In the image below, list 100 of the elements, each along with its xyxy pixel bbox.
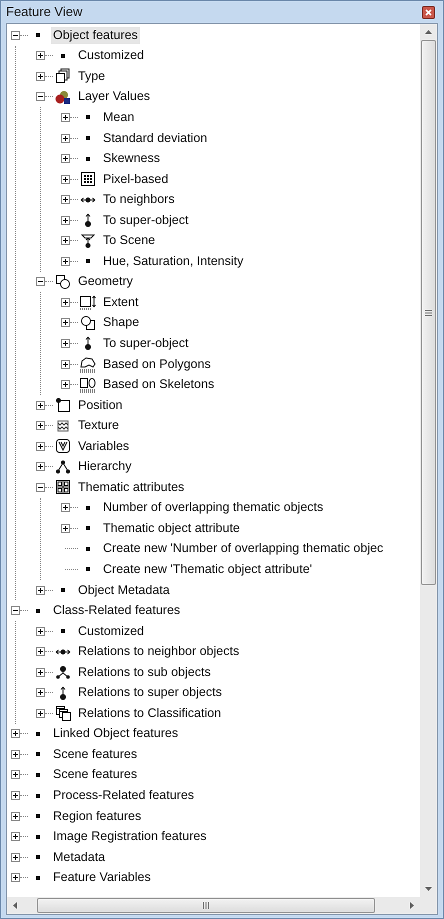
- tree-item[interactable]: Based on Skeletons: [101, 376, 216, 394]
- expand-button[interactable]: [61, 174, 70, 184]
- expand-button[interactable]: [61, 298, 70, 307]
- polygon-outline-icon: [78, 356, 96, 373]
- expand-button[interactable]: [61, 216, 70, 225]
- expand-button[interactable]: [36, 72, 45, 81]
- tree-item[interactable]: Standard deviation: [101, 130, 210, 146]
- tree-item[interactable]: Shape: [101, 314, 142, 332]
- tree-item[interactable]: Object Metadata: [76, 582, 172, 599]
- tree-item[interactable]: Pixel-based: [101, 170, 170, 188]
- expand-button[interactable]: [61, 236, 70, 246]
- expand-button[interactable]: [36, 442, 45, 451]
- expand-button[interactable]: [36, 421, 45, 430]
- expand-button[interactable]: [11, 832, 20, 842]
- tree-item[interactable]: Hierarchy: [76, 458, 134, 476]
- expand-button[interactable]: [11, 729, 20, 738]
- tree-item[interactable]: To super-object: [101, 212, 190, 229]
- horizontal-scrollbar[interactable]: [7, 897, 420, 914]
- expand-button[interactable]: [61, 380, 70, 390]
- tree-item[interactable]: Layer Values: [76, 88, 152, 106]
- expand-button[interactable]: [11, 791, 20, 800]
- tree-item[interactable]: Relations to neighbor objects: [76, 643, 242, 660]
- tree-item[interactable]: Skewness: [101, 150, 162, 168]
- tree-item[interactable]: Variables: [76, 438, 132, 455]
- tree-item[interactable]: Image Registration features: [51, 828, 209, 846]
- expand-button[interactable]: [36, 708, 45, 718]
- tree-item[interactable]: To neighbors: [101, 191, 177, 208]
- collapse-button[interactable]: [36, 277, 45, 286]
- expand-button[interactable]: [61, 338, 70, 348]
- expand-button[interactable]: [61, 360, 70, 369]
- scroll-right-icon[interactable]: [410, 902, 414, 909]
- tree-item[interactable]: Scene features: [51, 746, 140, 763]
- tree-item[interactable]: Extent: [101, 294, 140, 311]
- expand-button[interactable]: [36, 626, 45, 636]
- scrollbar-thumb[interactable]: [37, 898, 375, 913]
- tree-item[interactable]: Customized: [76, 622, 146, 640]
- expand-button[interactable]: [61, 256, 70, 266]
- tree-item[interactable]: Class-Related features: [51, 602, 182, 620]
- plus-icon: [63, 505, 68, 510]
- expand-button[interactable]: [36, 586, 45, 595]
- collapse-button[interactable]: [36, 92, 45, 102]
- scrollbar-thumb[interactable]: [421, 40, 436, 585]
- tree-item[interactable]: Create new 'Thematic object attribute': [101, 560, 314, 578]
- tree-item[interactable]: Based on Polygons: [101, 356, 213, 373]
- expand-button[interactable]: [36, 51, 45, 60]
- tree-item[interactable]: Type: [76, 68, 108, 85]
- tree-item[interactable]: To Scene: [101, 232, 158, 250]
- expand-button[interactable]: [11, 873, 20, 882]
- expand-button[interactable]: [11, 812, 20, 821]
- close-button[interactable]: [422, 6, 435, 18]
- tree-item[interactable]: Metadata: [51, 848, 108, 866]
- expand-button[interactable]: [36, 668, 45, 677]
- tree-item[interactable]: Object features: [51, 26, 140, 44]
- scroll-left-icon[interactable]: [13, 902, 17, 909]
- tree-item[interactable]: Customized: [76, 47, 146, 64]
- tree-item[interactable]: Create new 'Number of overlapping thematic objec: [101, 540, 386, 558]
- expand-button[interactable]: [61, 112, 70, 122]
- plus-icon: [13, 793, 18, 798]
- tree-item[interactable]: Geometry: [76, 273, 135, 290]
- collapse-button[interactable]: [11, 30, 20, 40]
- collapse-button[interactable]: [36, 482, 45, 492]
- scroll-up-icon[interactable]: [425, 30, 432, 34]
- tree-item[interactable]: To super-object: [101, 334, 190, 352]
- tree-item[interactable]: Relations to sub objects: [76, 664, 213, 681]
- expand-button[interactable]: [36, 688, 45, 698]
- expand-button[interactable]: [11, 770, 20, 780]
- expand-button[interactable]: [11, 852, 20, 862]
- tree-item[interactable]: Texture: [76, 417, 121, 434]
- tree-item[interactable]: Position: [76, 396, 124, 414]
- tree-item[interactable]: Process-Related features: [51, 787, 196, 804]
- expand-button[interactable]: [36, 462, 45, 472]
- expand-button[interactable]: [61, 134, 70, 142]
- minus-icon: [13, 610, 18, 612]
- tree-item[interactable]: Mean: [101, 108, 136, 126]
- tree-item[interactable]: Relations to Classification: [76, 704, 224, 722]
- vertical-scrollbar[interactable]: [420, 24, 437, 897]
- plus-icon: [63, 300, 68, 305]
- overlapping-windows-icon: [54, 705, 70, 722]
- tree-item[interactable]: Scene features: [51, 766, 140, 784]
- expand-button[interactable]: [61, 318, 70, 328]
- scroll-down-icon[interactable]: [425, 887, 432, 891]
- bullet-icon: [36, 608, 40, 613]
- tree-item[interactable]: Hue, Saturation, Intensity: [101, 252, 246, 270]
- tree-item[interactable]: Linked Object features: [51, 725, 180, 742]
- tree-item[interactable]: Relations to super objects: [76, 684, 224, 702]
- tree-item[interactable]: Thematic object attribute: [101, 520, 242, 537]
- expand-button[interactable]: [36, 647, 45, 656]
- colored-blobs-icon: [54, 88, 70, 105]
- tree-item[interactable]: Number of overlapping thematic objects: [101, 499, 326, 516]
- collapse-button[interactable]: [11, 606, 20, 616]
- tree-item[interactable]: Region features: [51, 808, 144, 825]
- expand-button[interactable]: [36, 400, 45, 410]
- expand-button[interactable]: [11, 750, 20, 759]
- expand-button[interactable]: [61, 503, 70, 512]
- tree-item[interactable]: Feature Variables: [51, 869, 153, 886]
- expand-button[interactable]: [61, 195, 70, 204]
- tree-item[interactable]: Thematic attributes: [76, 478, 186, 496]
- expand-button[interactable]: [61, 154, 70, 164]
- expand-button[interactable]: [61, 524, 70, 533]
- bullet-icon: [86, 546, 90, 551]
